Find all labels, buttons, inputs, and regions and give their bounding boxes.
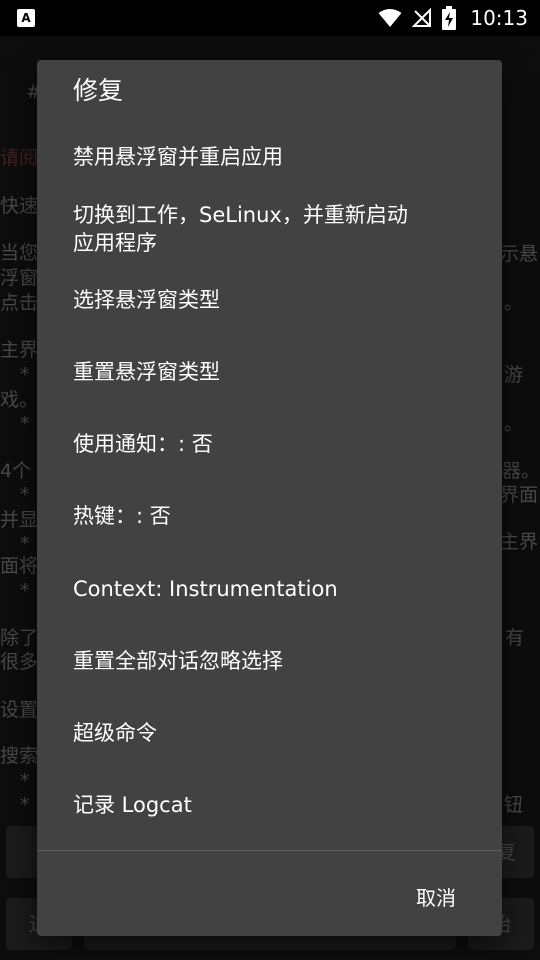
- menu-item-context[interactable]: Context: Instrumentation: [73, 575, 473, 603]
- app-notification-icon: A: [17, 9, 35, 27]
- menu-item-disable-floating-window[interactable]: 禁用悬浮窗并重启应用: [73, 143, 473, 171]
- menu-item-record-logcat[interactable]: 记录 Logcat: [73, 791, 473, 819]
- battery-charging-icon: [442, 6, 457, 30]
- status-bar: A 10:13: [0, 0, 540, 36]
- clock: 10:13: [470, 6, 528, 30]
- dialog-divider: [37, 850, 502, 851]
- menu-item-super-command[interactable]: 超级命令: [73, 719, 473, 747]
- dialog-title: 修复: [73, 76, 124, 105]
- menu-item-switch-selinux-restart[interactable]: 切换到工作，SeLinux，并重新启动 应用程序: [73, 201, 473, 257]
- menu-item-reset-window-type[interactable]: 重置悬浮窗类型: [73, 358, 473, 386]
- repair-dialog: 修复 禁用悬浮窗并重启应用 切换到工作，SeLinux，并重新启动 应用程序 选…: [37, 60, 502, 936]
- no-signal-icon: [412, 8, 432, 27]
- menu-item-select-window-type[interactable]: 选择悬浮窗类型: [73, 286, 473, 314]
- menu-item-reset-dialog-ignore[interactable]: 重置全部对话忽略选择: [73, 647, 473, 675]
- menu-item-use-notification[interactable]: 使用通知：: 否: [73, 430, 473, 458]
- cancel-button[interactable]: 取消: [414, 878, 458, 915]
- wifi-icon: [378, 9, 402, 27]
- menu-item-hotkey[interactable]: 热键：: 否: [73, 502, 473, 530]
